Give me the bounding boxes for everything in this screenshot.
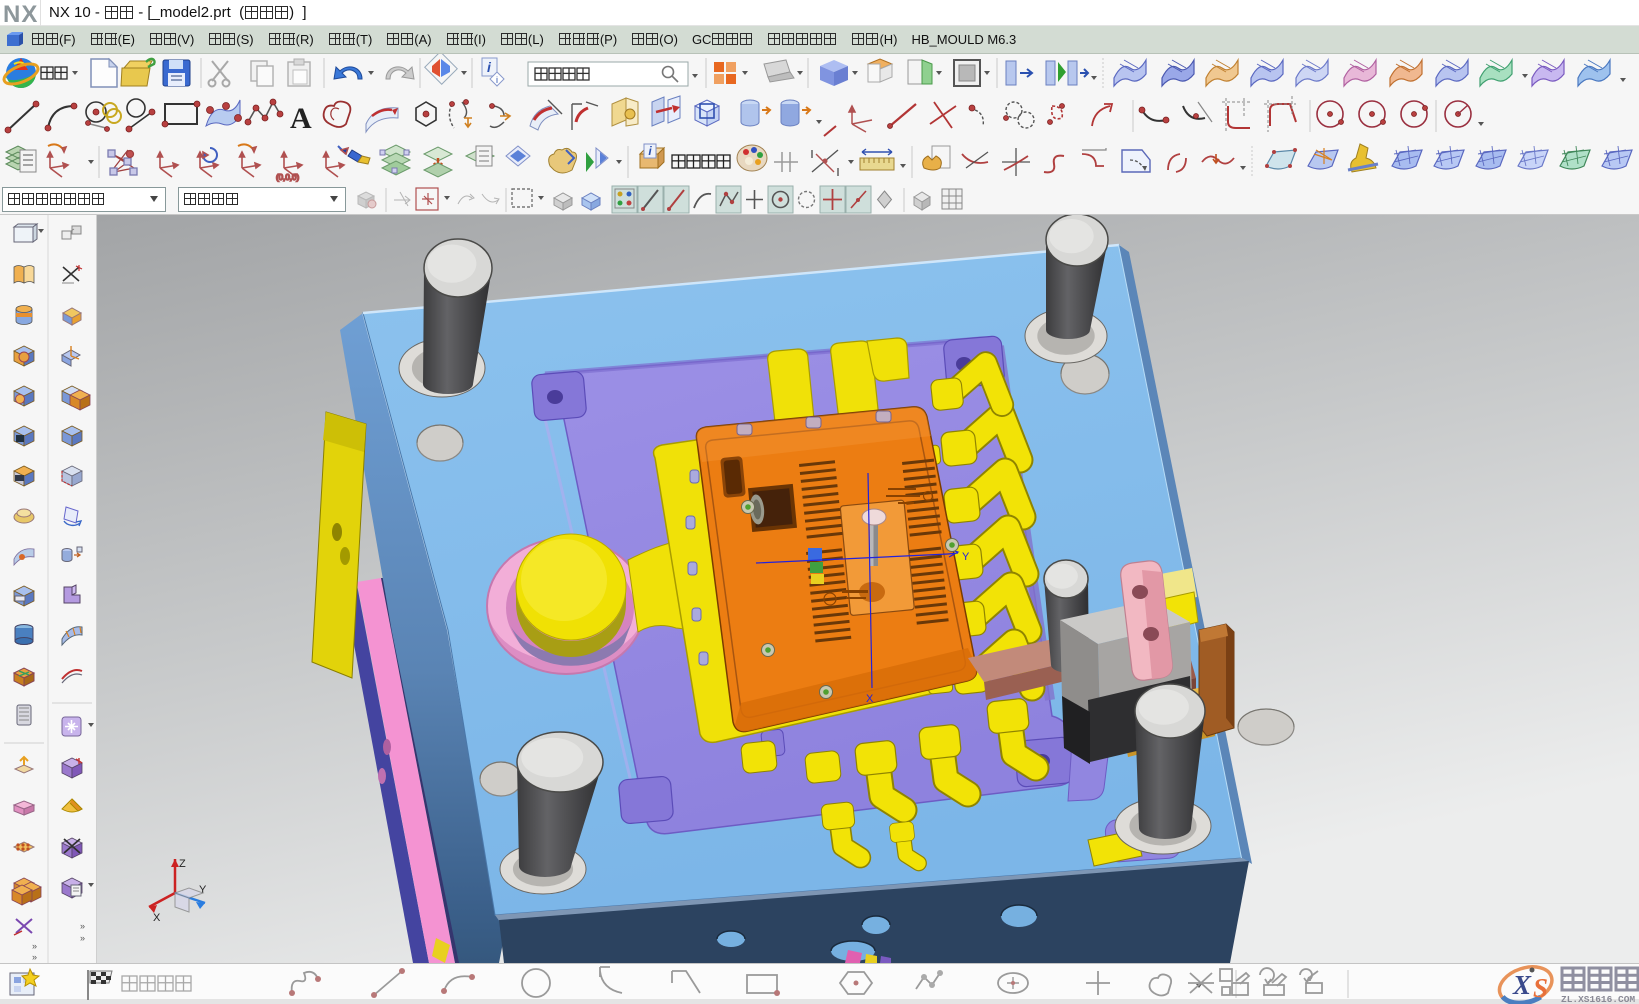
svg-text:»: »	[32, 952, 37, 962]
svg-text:»: »	[80, 933, 85, 943]
svg-text:S: S	[1533, 973, 1548, 1003]
svg-text:X: X	[866, 693, 874, 705]
svg-text:i: i	[496, 75, 498, 85]
svg-text:Z: Z	[179, 858, 186, 870]
svg-text:X: X	[1512, 970, 1532, 1000]
svg-text:(0,0,0): (0,0,0)	[276, 173, 299, 182]
svg-text:X: X	[153, 912, 161, 924]
svg-text:Y: Y	[962, 551, 970, 563]
svg-text:»: »	[32, 941, 37, 951]
svg-text:A: A	[290, 102, 312, 135]
svg-text:ZL.XS1616.COM: ZL.XS1616.COM	[1561, 994, 1635, 1004]
svg-text:»: »	[80, 921, 85, 931]
